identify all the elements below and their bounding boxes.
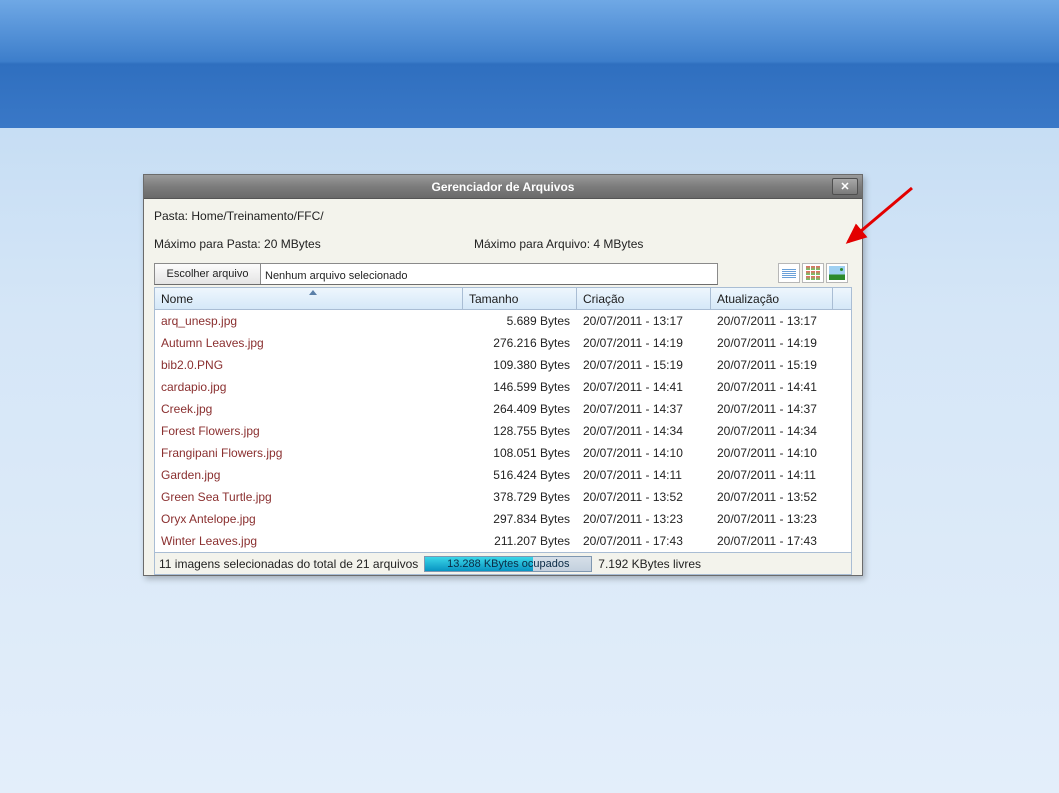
file-manager-dialog: Gerenciador de Arquivos ✕ Pasta: Home/Tr… (143, 174, 863, 576)
cell-atualizacao: 20/07/2011 - 14:10 (711, 446, 833, 460)
folder-path: Home/Treinamento/FFC/ (191, 209, 323, 223)
table-row[interactable]: Forest Flowers.jpg128.755 Bytes20/07/201… (155, 420, 851, 442)
cell-tamanho: 211.207 Bytes (463, 534, 577, 548)
cell-atualizacao: 20/07/2011 - 13:52 (711, 490, 833, 504)
column-header-nome[interactable]: Nome (155, 288, 463, 309)
cell-tamanho: 128.755 Bytes (463, 424, 577, 438)
table-header: Nome Tamanho Criação Atualização (155, 288, 851, 310)
cell-criacao: 20/07/2011 - 14:11 (577, 468, 711, 482)
cell-atualizacao: 20/07/2011 - 13:17 (711, 314, 833, 328)
cell-atualizacao: 20/07/2011 - 13:23 (711, 512, 833, 526)
column-header-spacer (833, 288, 851, 309)
view-list-button[interactable] (778, 263, 800, 283)
view-mode-buttons (778, 263, 852, 285)
table-row[interactable]: Green Sea Turtle.jpg378.729 Bytes20/07/2… (155, 486, 851, 508)
table-row[interactable]: bib2.0.PNG109.380 Bytes20/07/2011 - 15:1… (155, 354, 851, 376)
file-input-group: Escolher arquivo Nenhum arquivo selecion… (154, 263, 718, 285)
table-row[interactable]: Garden.jpg516.424 Bytes20/07/2011 - 14:1… (155, 464, 851, 486)
cell-tamanho: 516.424 Bytes (463, 468, 577, 482)
limits-row: Máximo para Pasta: 20 MBytes Máximo para… (154, 237, 852, 251)
table-row[interactable]: arq_unesp.jpg5.689 Bytes20/07/2011 - 13:… (155, 310, 851, 332)
cell-nome: Garden.jpg (155, 468, 463, 482)
cell-criacao: 20/07/2011 - 14:41 (577, 380, 711, 394)
cell-nome: Winter Leaves.jpg (155, 534, 463, 548)
cell-tamanho: 5.689 Bytes (463, 314, 577, 328)
table-row[interactable]: Autumn Leaves.jpg276.216 Bytes20/07/2011… (155, 332, 851, 354)
cell-tamanho: 297.834 Bytes (463, 512, 577, 526)
cell-nome: Oryx Antelope.jpg (155, 512, 463, 526)
table-row[interactable]: cardapio.jpg146.599 Bytes20/07/2011 - 14… (155, 376, 851, 398)
dialog-title: Gerenciador de Arquivos (432, 180, 575, 194)
selection-summary: 11 imagens selecionadas do total de 21 a… (159, 557, 418, 571)
cell-atualizacao: 20/07/2011 - 14:34 (711, 424, 833, 438)
cell-criacao: 20/07/2011 - 13:52 (577, 490, 711, 504)
cell-criacao: 20/07/2011 - 17:43 (577, 534, 711, 548)
close-icon: ✕ (840, 180, 849, 193)
column-header-atualizacao[interactable]: Atualização (711, 288, 833, 309)
choose-file-button[interactable]: Escolher arquivo (155, 264, 261, 284)
table-footer: 11 imagens selecionadas do total de 21 a… (155, 552, 851, 574)
cell-atualizacao: 20/07/2011 - 14:19 (711, 336, 833, 350)
storage-progress: 13.288 KBytes ocupados (424, 556, 592, 572)
cell-nome: Forest Flowers.jpg (155, 424, 463, 438)
close-button[interactable]: ✕ (832, 178, 858, 195)
cell-atualizacao: 20/07/2011 - 14:37 (711, 402, 833, 416)
column-label: Tamanho (469, 292, 518, 306)
cell-nome: cardapio.jpg (155, 380, 463, 394)
table-row[interactable]: Creek.jpg264.409 Bytes20/07/2011 - 14:37… (155, 398, 851, 420)
table-row[interactable]: Winter Leaves.jpg211.207 Bytes20/07/2011… (155, 530, 851, 552)
cell-criacao: 20/07/2011 - 14:19 (577, 336, 711, 350)
cell-nome: arq_unesp.jpg (155, 314, 463, 328)
cell-tamanho: 146.599 Bytes (463, 380, 577, 394)
cell-tamanho: 264.409 Bytes (463, 402, 577, 416)
chosen-file-label: Nenhum arquivo selecionado (261, 264, 717, 284)
max-file-label: Máximo para Arquivo: 4 MBytes (474, 237, 643, 251)
folder-path-row: Pasta: Home/Treinamento/FFC/ (154, 209, 852, 223)
dialog-body: Pasta: Home/Treinamento/FFC/ Máximo para… (144, 199, 862, 575)
cell-criacao: 20/07/2011 - 14:10 (577, 446, 711, 460)
table-row[interactable]: Oryx Antelope.jpg297.834 Bytes20/07/2011… (155, 508, 851, 530)
cell-nome: Creek.jpg (155, 402, 463, 416)
page-header-band (0, 0, 1059, 128)
cell-criacao: 20/07/2011 - 14:34 (577, 424, 711, 438)
cell-criacao: 20/07/2011 - 13:17 (577, 314, 711, 328)
max-folder-label: Máximo para Pasta: 20 MBytes (154, 237, 474, 251)
column-label: Atualização (717, 292, 779, 306)
list-icon (782, 269, 796, 278)
cell-nome: Frangipani Flowers.jpg (155, 446, 463, 460)
image-icon (829, 266, 845, 280)
storage-free-label: 7.192 KBytes livres (598, 557, 701, 571)
column-header-tamanho[interactable]: Tamanho (463, 288, 577, 309)
folder-label: Pasta: (154, 209, 188, 223)
cell-criacao: 20/07/2011 - 15:19 (577, 358, 711, 372)
cell-tamanho: 276.216 Bytes (463, 336, 577, 350)
grid-icon (806, 266, 820, 280)
storage-used-label: 13.288 KBytes ocupados (447, 558, 569, 570)
cell-atualizacao: 20/07/2011 - 15:19 (711, 358, 833, 372)
file-table: Nome Tamanho Criação Atualização arq_une… (154, 287, 852, 575)
cell-nome: bib2.0.PNG (155, 358, 463, 372)
cell-tamanho: 378.729 Bytes (463, 490, 577, 504)
dialog-titlebar[interactable]: Gerenciador de Arquivos ✕ (144, 175, 862, 199)
table-body: arq_unesp.jpg5.689 Bytes20/07/2011 - 13:… (155, 310, 851, 552)
cell-atualizacao: 20/07/2011 - 17:43 (711, 534, 833, 548)
upload-row: Escolher arquivo Nenhum arquivo selecion… (154, 263, 852, 285)
cell-nome: Autumn Leaves.jpg (155, 336, 463, 350)
table-row[interactable]: Frangipani Flowers.jpg108.051 Bytes20/07… (155, 442, 851, 464)
cell-criacao: 20/07/2011 - 13:23 (577, 512, 711, 526)
column-header-criacao[interactable]: Criação (577, 288, 711, 309)
cell-tamanho: 109.380 Bytes (463, 358, 577, 372)
view-thumbnail-button[interactable] (826, 263, 848, 283)
cell-tamanho: 108.051 Bytes (463, 446, 577, 460)
cell-atualizacao: 20/07/2011 - 14:41 (711, 380, 833, 394)
cell-nome: Green Sea Turtle.jpg (155, 490, 463, 504)
cell-criacao: 20/07/2011 - 14:37 (577, 402, 711, 416)
column-label: Criação (583, 292, 624, 306)
column-label: Nome (161, 292, 193, 306)
cell-atualizacao: 20/07/2011 - 14:11 (711, 468, 833, 482)
sort-asc-icon (309, 290, 317, 295)
view-grid-button[interactable] (802, 263, 824, 283)
